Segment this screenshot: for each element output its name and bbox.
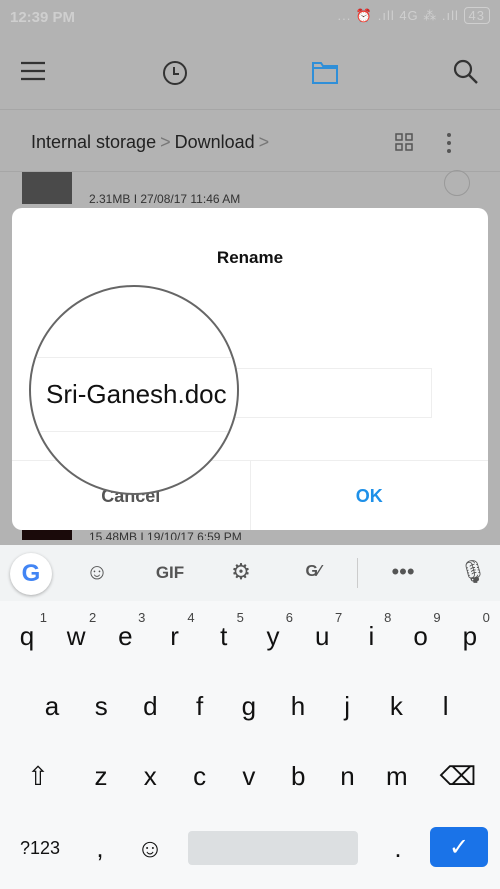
file-thumbnail — [22, 172, 72, 204]
key-number-hint: 3 — [138, 610, 146, 625]
enter-key[interactable]: ✓ — [430, 827, 488, 867]
breadcrumb: Internal storage > Download > — [0, 110, 500, 172]
gif-button[interactable]: GIF — [150, 563, 190, 583]
google-icon[interactable]: G — [10, 553, 52, 595]
key-t[interactable]: t5 — [200, 601, 248, 671]
key-k[interactable]: k — [372, 671, 420, 741]
key-number-hint: 0 — [482, 610, 490, 625]
key-number-hint: 8 — [384, 610, 392, 625]
folder-icon[interactable] — [312, 60, 338, 84]
magnifier-callout: Sri-Ganesh.doc — [29, 285, 239, 495]
shift-key[interactable]: ⇧ — [14, 741, 62, 811]
period-key[interactable]: . — [374, 813, 422, 883]
emoji-key[interactable]: ☺ — [126, 813, 174, 883]
key-number-hint: 6 — [285, 610, 293, 625]
menu-icon[interactable] — [21, 61, 45, 81]
chevron-right-icon: > — [258, 132, 270, 152]
key-d[interactable]: d — [126, 671, 174, 741]
key-s[interactable]: s — [77, 671, 125, 741]
key-r[interactable]: r4 — [151, 601, 199, 671]
key-z[interactable]: z — [77, 741, 125, 811]
select-radio[interactable] — [444, 170, 470, 196]
key-number-hint: 7 — [334, 610, 343, 625]
filename-value: Sri-Ganesh.doc — [46, 379, 227, 409]
status-indicators: ... ⏰ .ıll 4G ⁂ .ıll 43 — [337, 7, 490, 24]
key-a[interactable]: a — [28, 671, 76, 741]
file-meta: 15.48MB I 19/10/17 6:59 PM — [89, 530, 242, 540]
key-letter: u — [314, 621, 330, 651]
dialog-title: Rename — [216, 248, 284, 267]
key-b[interactable]: b — [274, 741, 322, 811]
symbols-key[interactable]: ?123 — [10, 813, 70, 883]
status-bar: 12:39 PM ... ⏰ .ıll 4G ⁂ .ıll 43 — [0, 0, 500, 35]
key-p[interactable]: p0 — [446, 601, 494, 671]
backspace-key[interactable]: ⌫ — [434, 741, 482, 811]
space-key[interactable] — [188, 831, 358, 865]
key-letter: i — [368, 621, 375, 651]
key-letter: e — [118, 621, 133, 651]
key-v[interactable]: v — [225, 741, 273, 811]
key-h[interactable]: h — [274, 671, 322, 741]
comma-key[interactable]: , — [76, 813, 124, 883]
chevron-right-icon: > — [160, 132, 171, 152]
key-i[interactable]: i8 — [347, 601, 395, 671]
key-n[interactable]: n — [324, 741, 372, 811]
breadcrumb-download[interactable]: Download — [175, 132, 255, 152]
keyboard: G ☺ GIF ⚙ G⁄ ••• 🎙 q1w2e3r4t5y6u7i8o9p0 … — [0, 545, 500, 889]
key-l[interactable]: l — [422, 671, 470, 741]
key-number-hint: 1 — [39, 610, 47, 625]
search-icon[interactable] — [453, 59, 479, 85]
more-icon[interactable]: ••• — [385, 559, 421, 585]
grid-view-icon[interactable] — [395, 133, 413, 151]
key-w[interactable]: w2 — [52, 601, 100, 671]
settings-icon[interactable]: ⚙ — [223, 559, 259, 585]
sticker-icon[interactable]: ☺ — [79, 559, 115, 585]
key-area: q1w2e3r4t5y6u7i8o9p0 asdfghjkl ⇧ ⌫ zxcvb… — [0, 601, 500, 889]
signal-icons: ... ⏰ .ıll 4G ⁂ .ıll — [337, 8, 459, 23]
battery-icon: 43 — [463, 7, 490, 24]
key-c[interactable]: c — [176, 741, 224, 811]
breadcrumb-internal-storage[interactable]: Internal storage — [31, 132, 156, 152]
key-number-hint: 4 — [187, 610, 195, 625]
file-meta: 2.31MB I 27/08/17 11:46 AM — [89, 192, 241, 206]
more-options-icon[interactable] — [446, 132, 452, 154]
key-letter: r — [170, 621, 179, 651]
toolbar — [0, 35, 500, 110]
key-o[interactable]: o9 — [397, 601, 445, 671]
key-e[interactable]: e3 — [101, 601, 149, 671]
translate-icon[interactable]: G⁄ — [295, 563, 331, 581]
ok-button[interactable]: OK — [251, 461, 489, 530]
key-j[interactable]: j — [323, 671, 371, 741]
key-x[interactable]: x — [126, 741, 174, 811]
microphone-icon[interactable]: 🎙 — [455, 559, 491, 585]
key-q[interactable]: q1 — [3, 601, 51, 671]
key-letter: w — [66, 621, 86, 651]
key-number-hint: 2 — [88, 610, 97, 625]
key-u[interactable]: u7 — [298, 601, 346, 671]
key-letter: o — [413, 621, 428, 651]
key-g[interactable]: g — [225, 671, 273, 741]
clock-icon[interactable] — [162, 60, 188, 86]
key-letter: t — [220, 621, 228, 651]
key-number-hint: 5 — [236, 610, 244, 625]
suggestion-bar: G ☺ GIF ⚙ G⁄ ••• 🎙 — [0, 545, 500, 601]
status-time: 12:39 PM — [10, 9, 76, 26]
key-number-hint: 9 — [433, 610, 441, 625]
key-m[interactable]: m — [373, 741, 421, 811]
key-letter: p — [462, 621, 478, 651]
file-thumbnail — [22, 530, 72, 540]
key-f[interactable]: f — [176, 671, 224, 741]
divider — [357, 558, 358, 588]
key-y[interactable]: y6 — [249, 601, 297, 671]
key-letter: y — [266, 621, 280, 651]
key-letter: q — [19, 621, 35, 651]
